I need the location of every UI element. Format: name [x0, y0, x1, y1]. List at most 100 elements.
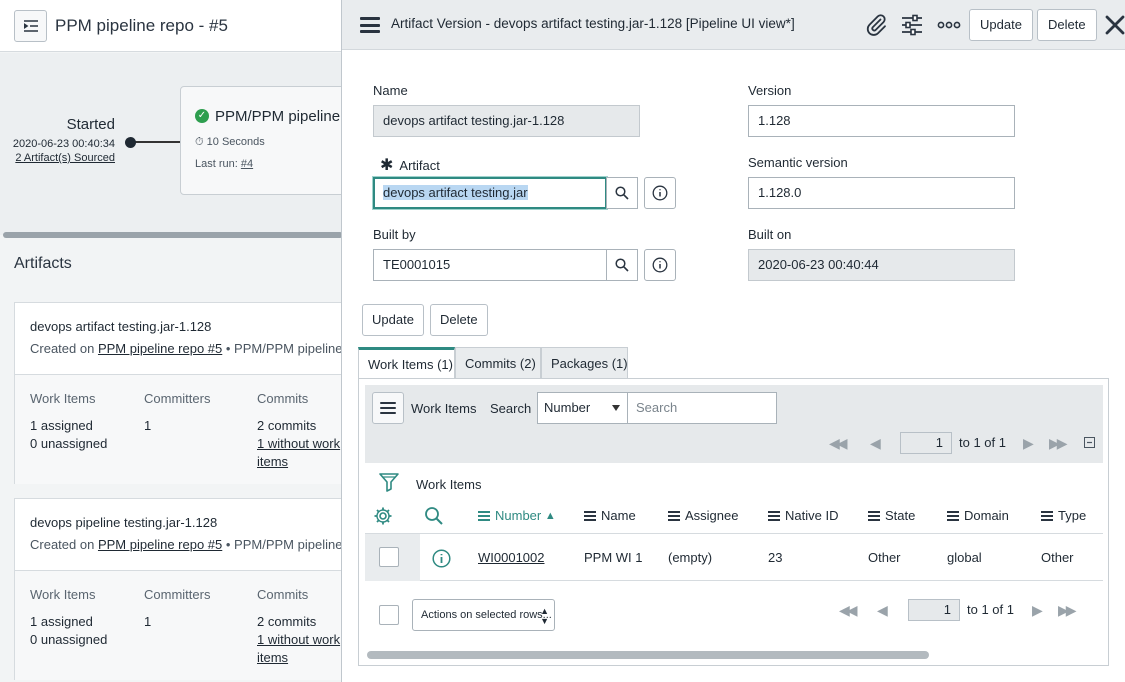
version-field[interactable]: 1.128	[748, 105, 1015, 137]
filter-icon[interactable]	[379, 472, 399, 492]
table-row: WI0001002 PPM WI 1 (empty) 23 Other glob…	[365, 533, 1103, 581]
column-state[interactable]: State	[868, 508, 915, 523]
last-page-icon[interactable]: ▶▶	[1058, 602, 1076, 619]
column-number[interactable]: Number ▲	[478, 508, 556, 523]
created-link[interactable]: PPM pipeline repo #5	[98, 341, 222, 356]
row-checkbox[interactable]	[379, 547, 399, 567]
work-items-stat: Work Items 1 assigned 0 unassigned	[30, 587, 107, 649]
modal-header: Artifact Version - devops artifact testi…	[342, 0, 1125, 50]
tab-commits[interactable]: Commits (2)	[455, 347, 541, 379]
bottom-pager: ◀◀ ◀ 1 to 1 of 1 ▶ ▶▶	[839, 599, 1099, 621]
column-type[interactable]: Type	[1041, 508, 1086, 523]
stat-value: 1 assigned	[30, 614, 93, 629]
toggle-sidebar-button[interactable]	[14, 10, 47, 42]
first-page-icon[interactable]: ◀◀	[829, 435, 847, 452]
next-page-icon[interactable]: ▶	[1023, 435, 1034, 452]
cell-number-link[interactable]: WI0001002	[478, 550, 545, 565]
menu-icon[interactable]	[360, 17, 380, 33]
sort-asc-icon: ▲	[544, 509, 556, 522]
search-input[interactable]: Search	[627, 392, 777, 424]
column-name[interactable]: Name	[584, 508, 636, 523]
page-title: PPM pipeline repo - #5	[55, 16, 228, 35]
prev-page-icon[interactable]: ◀	[870, 435, 881, 452]
horizontal-scrollbar[interactable]	[367, 651, 929, 659]
cell-type: Other	[1041, 550, 1074, 565]
next-page-icon[interactable]: ▶	[1032, 602, 1043, 619]
stat-label: Committers	[144, 587, 211, 602]
stat-label: Work Items	[30, 587, 96, 602]
cell-native-id: 23	[768, 550, 783, 565]
artifacts-sourced-link[interactable]: 2 Artifact(s) Sourced	[0, 152, 115, 164]
paperclip-icon[interactable]	[864, 13, 888, 37]
started-date: 2020-06-23 00:40:34	[12, 138, 115, 150]
last-run-label: Last run:	[195, 158, 238, 170]
select-all-checkbox[interactable]	[379, 605, 399, 625]
last-run-link[interactable]: #4	[241, 158, 253, 170]
column-label: Number	[495, 508, 542, 523]
menu-icon	[380, 402, 396, 414]
prev-page-icon[interactable]: ◀	[877, 602, 888, 619]
search-icon[interactable]	[424, 506, 444, 526]
column-label: Domain	[964, 508, 1009, 523]
commits-without-link[interactable]: 1 without work	[257, 632, 340, 647]
artifact-field[interactable]: devops artifact testing.jar	[373, 177, 607, 209]
canvas-scrollbar[interactable]	[3, 232, 343, 238]
created-link[interactable]: PPM pipeline repo #5	[98, 537, 222, 552]
semantic-version-field[interactable]: 1.128.0	[748, 177, 1015, 209]
last-page-icon[interactable]: ▶▶	[1049, 435, 1067, 452]
collapse-icon[interactable]	[1084, 437, 1095, 448]
stat-label: Work Items	[30, 391, 96, 406]
delete-button[interactable]: Delete	[430, 304, 488, 336]
tab-work-items[interactable]: Work Items (1)	[358, 347, 455, 380]
committers-stat: Committers 1	[144, 391, 210, 435]
started-label: Started	[66, 116, 115, 133]
artifact-lookup-button[interactable]	[606, 177, 638, 209]
gear-icon[interactable]	[373, 506, 393, 526]
column-label: State	[885, 508, 916, 523]
more-icon[interactable]	[937, 13, 961, 37]
tab-packages[interactable]: Packages (1)	[541, 347, 628, 379]
name-label: Name	[373, 83, 408, 98]
stat-value: 0 unassigned	[30, 632, 108, 647]
actions-select-value: Actions on selected rows...	[421, 609, 552, 621]
page-input[interactable]: 1	[900, 432, 952, 454]
first-page-icon[interactable]: ◀◀	[839, 602, 857, 619]
update-button[interactable]: Update	[362, 304, 424, 336]
artifact-created: Created on PPM pipeline repo #5 • PPM/PP…	[30, 537, 365, 552]
header-delete-button[interactable]: Delete	[1037, 9, 1097, 41]
page-input[interactable]: 1	[908, 599, 960, 621]
search-field-select[interactable]: Number	[537, 392, 628, 424]
actions-select[interactable]: Actions on selected rows... ▲ ▼	[412, 599, 555, 631]
info-icon[interactable]	[432, 549, 451, 568]
stat-value: 1	[144, 614, 152, 629]
column-assignee[interactable]: Assignee	[668, 508, 738, 523]
header-update-button[interactable]: Update	[969, 9, 1033, 41]
cell-name: PPM WI 1	[584, 550, 643, 565]
artifact-info-button[interactable]	[644, 177, 676, 209]
artifact-stats: Work Items 1 assigned 0 unassigned Commi…	[15, 374, 355, 484]
stage-duration: ⏱ 10 Seconds	[195, 136, 265, 149]
commits-without-link[interactable]: items	[257, 650, 288, 665]
close-icon[interactable]	[1104, 13, 1125, 37]
updown-arrows-icon: ▲ ▼	[540, 606, 549, 626]
commits-without-link[interactable]: 1 without work	[257, 436, 340, 451]
page-of-text: to 1 of 1	[967, 602, 1014, 617]
list-menu-button[interactable]	[372, 392, 404, 424]
stat-label: Commits	[257, 391, 309, 406]
stat-value: 1 assigned	[30, 418, 93, 433]
stage-card[interactable]: ✓ PPM/PPM pipeline re ⏱ 10 Seconds Last …	[180, 86, 360, 195]
column-label: Native ID	[785, 508, 839, 523]
stage-connector	[130, 141, 182, 143]
artifact-field-value: devops artifact testing.jar	[383, 185, 528, 200]
artifact-label: ✱ Artifact	[380, 155, 440, 175]
top-pager: ◀◀ ◀ 1 to 1 of 1 ▶ ▶▶	[829, 432, 1101, 454]
built-by-info-button[interactable]	[644, 249, 676, 281]
built-by-field[interactable]: TE0001015	[373, 249, 607, 281]
cell-assignee: (empty)	[668, 550, 713, 565]
built-by-lookup-button[interactable]	[606, 249, 638, 281]
sliders-icon[interactable]	[900, 13, 924, 37]
column-native-id[interactable]: Native ID	[768, 508, 838, 523]
commits-without-link[interactable]: items	[257, 454, 288, 469]
column-domain[interactable]: Domain	[947, 508, 1009, 523]
collapse-menu-icon	[23, 20, 38, 32]
